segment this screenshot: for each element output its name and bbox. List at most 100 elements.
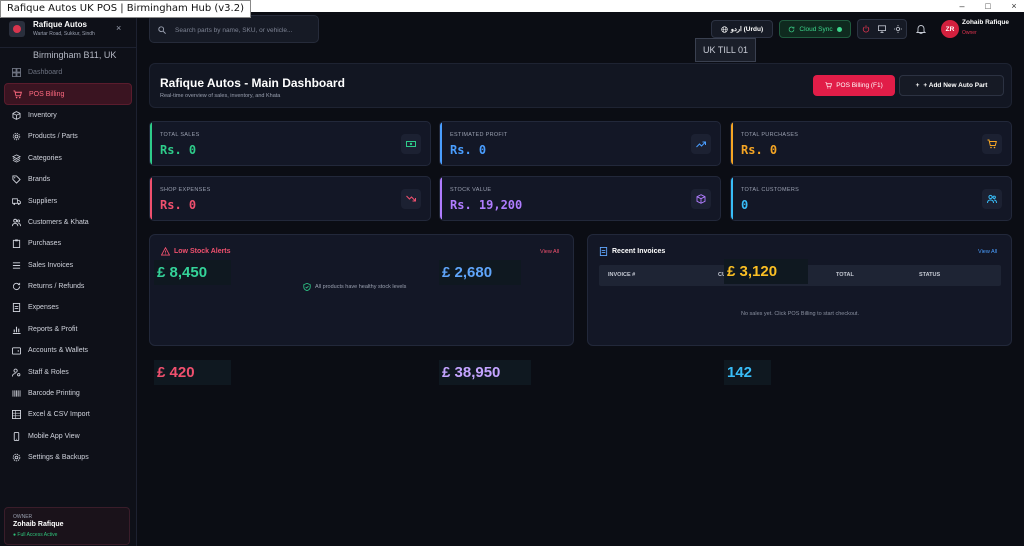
settings-icon — [12, 453, 21, 462]
dashboard-header: Rafique Autos - Main Dashboard Real-time… — [149, 63, 1012, 108]
language-toggle-button[interactable]: اردو (Urdu) — [711, 20, 773, 38]
bar-chart-icon — [12, 325, 21, 334]
sidebar-item-inventory[interactable]: Inventory — [4, 105, 132, 126]
owner-card: OWNER Zohaib Rafique ● Full Access Activ… — [4, 507, 130, 545]
document-icon — [599, 247, 608, 256]
monitor-icon[interactable] — [878, 25, 886, 33]
sun-icon[interactable] — [894, 25, 902, 33]
sidebar-item-label: Customers & Khata — [28, 218, 89, 226]
wallet-icon — [12, 346, 21, 355]
grid-icon — [12, 68, 21, 78]
barcode-icon — [12, 389, 21, 398]
sidebar-item-categories[interactable]: Categories — [4, 148, 132, 169]
close-window-button[interactable]: × — [1004, 0, 1024, 12]
sidebar-item-dashboard[interactable]: Dashboard — [4, 62, 132, 83]
brand-name: Rafique Autos — [33, 20, 87, 29]
plus-icon: + — [915, 82, 920, 89]
sidebar-item-import[interactable]: Excel & CSV Import — [4, 404, 132, 425]
location-tooltip: Birmingham B11, UK — [33, 50, 117, 60]
box-icon — [12, 111, 21, 120]
minimize-button[interactable]: – — [952, 0, 972, 12]
stat-card-stock-value[interactable]: STOCK VALUE Rs. 19,200 — [439, 176, 721, 221]
sidebar-item-settings[interactable]: Settings & Backups — [4, 447, 132, 468]
sidebar-item-label: Categories — [28, 154, 62, 162]
sidebar-item-sales-invoices[interactable]: Sales Invoices — [4, 255, 132, 276]
stat-card-total-sales[interactable]: TOTAL SALES Rs. 0 — [149, 121, 431, 166]
shield-check-icon — [303, 283, 311, 291]
sidebar-item-expenses[interactable]: Expenses — [4, 297, 132, 318]
sidebar-item-staff[interactable]: Staff & Roles — [4, 361, 132, 382]
user-name: Zohaib Rafique — [962, 19, 1009, 26]
sidebar-item-returns[interactable]: Returns / Refunds — [4, 276, 132, 297]
gbp-overlay-sales: £ 8,450 — [154, 260, 231, 285]
gbp-overlay-customers: 142 — [724, 360, 771, 385]
cube-icon — [691, 189, 711, 209]
sidebar-item-barcode[interactable]: Barcode Printing — [4, 383, 132, 404]
brand-address: Wartar Road, Sukkur, Sindh — [33, 31, 95, 37]
user-cog-icon — [12, 368, 21, 377]
bell-icon[interactable] — [916, 24, 926, 34]
close-sidebar-button[interactable]: × — [116, 23, 121, 33]
sidebar-item-customers[interactable]: Customers & Khata — [4, 212, 132, 233]
sidebar-item-label: Dashboard — [28, 69, 63, 77]
sidebar-item-label: Barcode Printing — [28, 390, 80, 398]
stat-card-total-customers[interactable]: TOTAL CUSTOMERS 0 — [730, 176, 1012, 221]
low-stock-panel: Low Stock Alerts View All All products h… — [149, 234, 574, 346]
column-header-status: STATUS — [919, 272, 941, 278]
cart-icon — [13, 90, 22, 99]
add-part-button[interactable]: + + Add New Auto Part — [899, 75, 1004, 96]
search-input[interactable] — [175, 24, 315, 36]
sidebar-item-mobile[interactable]: Mobile App View — [4, 426, 132, 447]
globe-icon — [721, 25, 728, 33]
stat-value: Rs. 19,200 — [450, 198, 523, 212]
sidebar-item-accounts[interactable]: Accounts & Wallets — [4, 340, 132, 361]
sidebar-item-products[interactable]: Products / Parts — [4, 126, 132, 147]
sidebar-item-label: Products / Parts — [28, 133, 78, 141]
owner-status: ● Full Access Active — [13, 532, 58, 538]
stat-label: TOTAL SALES — [160, 132, 200, 138]
table-icon — [12, 410, 21, 420]
search-icon — [158, 26, 166, 34]
avatar[interactable]: ZR — [941, 20, 959, 38]
cart-icon — [982, 134, 1002, 154]
maximize-button[interactable]: □ — [978, 0, 998, 12]
users-icon — [12, 218, 21, 227]
pos-billing-label: POS Billing (F1) — [836, 82, 883, 89]
stat-label: STOCK VALUE — [450, 187, 492, 193]
stat-card-estimated-profit[interactable]: ESTIMATED PROFIT Rs. 0 — [439, 121, 721, 166]
gbp-overlay-stock-value: £ 38,950 — [439, 360, 531, 385]
sidebar-nav: Dashboard POS Billing Inventory Products… — [4, 62, 132, 468]
stat-card-shop-expenses[interactable]: SHOP EXPENSES Rs. 0 — [149, 176, 431, 221]
stat-label: TOTAL CUSTOMERS — [741, 187, 800, 193]
pos-billing-button[interactable]: POS Billing (F1) — [813, 75, 895, 96]
page-title: Rafique Autos - Main Dashboard — [160, 76, 345, 90]
owner-role: OWNER — [13, 514, 33, 520]
stat-card-total-purchases[interactable]: TOTAL PURCHASES Rs. 0 — [730, 121, 1012, 166]
sidebar-item-pos-billing[interactable]: POS Billing — [4, 83, 132, 105]
low-stock-view-all-link[interactable]: View All — [540, 249, 559, 255]
power-icon[interactable] — [862, 25, 870, 33]
stat-value: Rs. 0 — [450, 143, 487, 157]
sidebar-item-label: Inventory — [28, 111, 57, 119]
tag-icon — [12, 175, 21, 184]
sync-icon — [789, 26, 795, 32]
sidebar-item-reports[interactable]: Reports & Profit — [4, 319, 132, 340]
user-role: Owner — [962, 30, 977, 36]
recent-invoices-title: Recent Invoices — [612, 248, 666, 255]
cloud-sync-button[interactable]: Cloud Sync — [779, 20, 851, 38]
cart-icon — [825, 82, 833, 89]
sidebar-item-label: Purchases — [28, 240, 62, 248]
column-header-total: TOTAL — [836, 272, 854, 278]
sidebar: Rafique Autos Wartar Road, Sukkur, Sindh… — [0, 12, 137, 546]
clipboard-icon — [12, 239, 21, 249]
gear-icon — [12, 132, 21, 141]
stat-label: TOTAL PURCHASES — [741, 132, 799, 138]
sidebar-item-suppliers[interactable]: Suppliers — [4, 190, 132, 211]
sidebar-item-label: POS Billing — [29, 90, 65, 98]
recent-invoices-view-all-link[interactable]: View All — [978, 249, 997, 255]
sidebar-item-brands[interactable]: Brands — [4, 169, 132, 190]
cash-icon — [401, 134, 421, 154]
layers-icon — [12, 154, 21, 163]
sidebar-item-purchases[interactable]: Purchases — [4, 233, 132, 254]
sidebar-item-label: Excel & CSV Import — [28, 411, 90, 419]
